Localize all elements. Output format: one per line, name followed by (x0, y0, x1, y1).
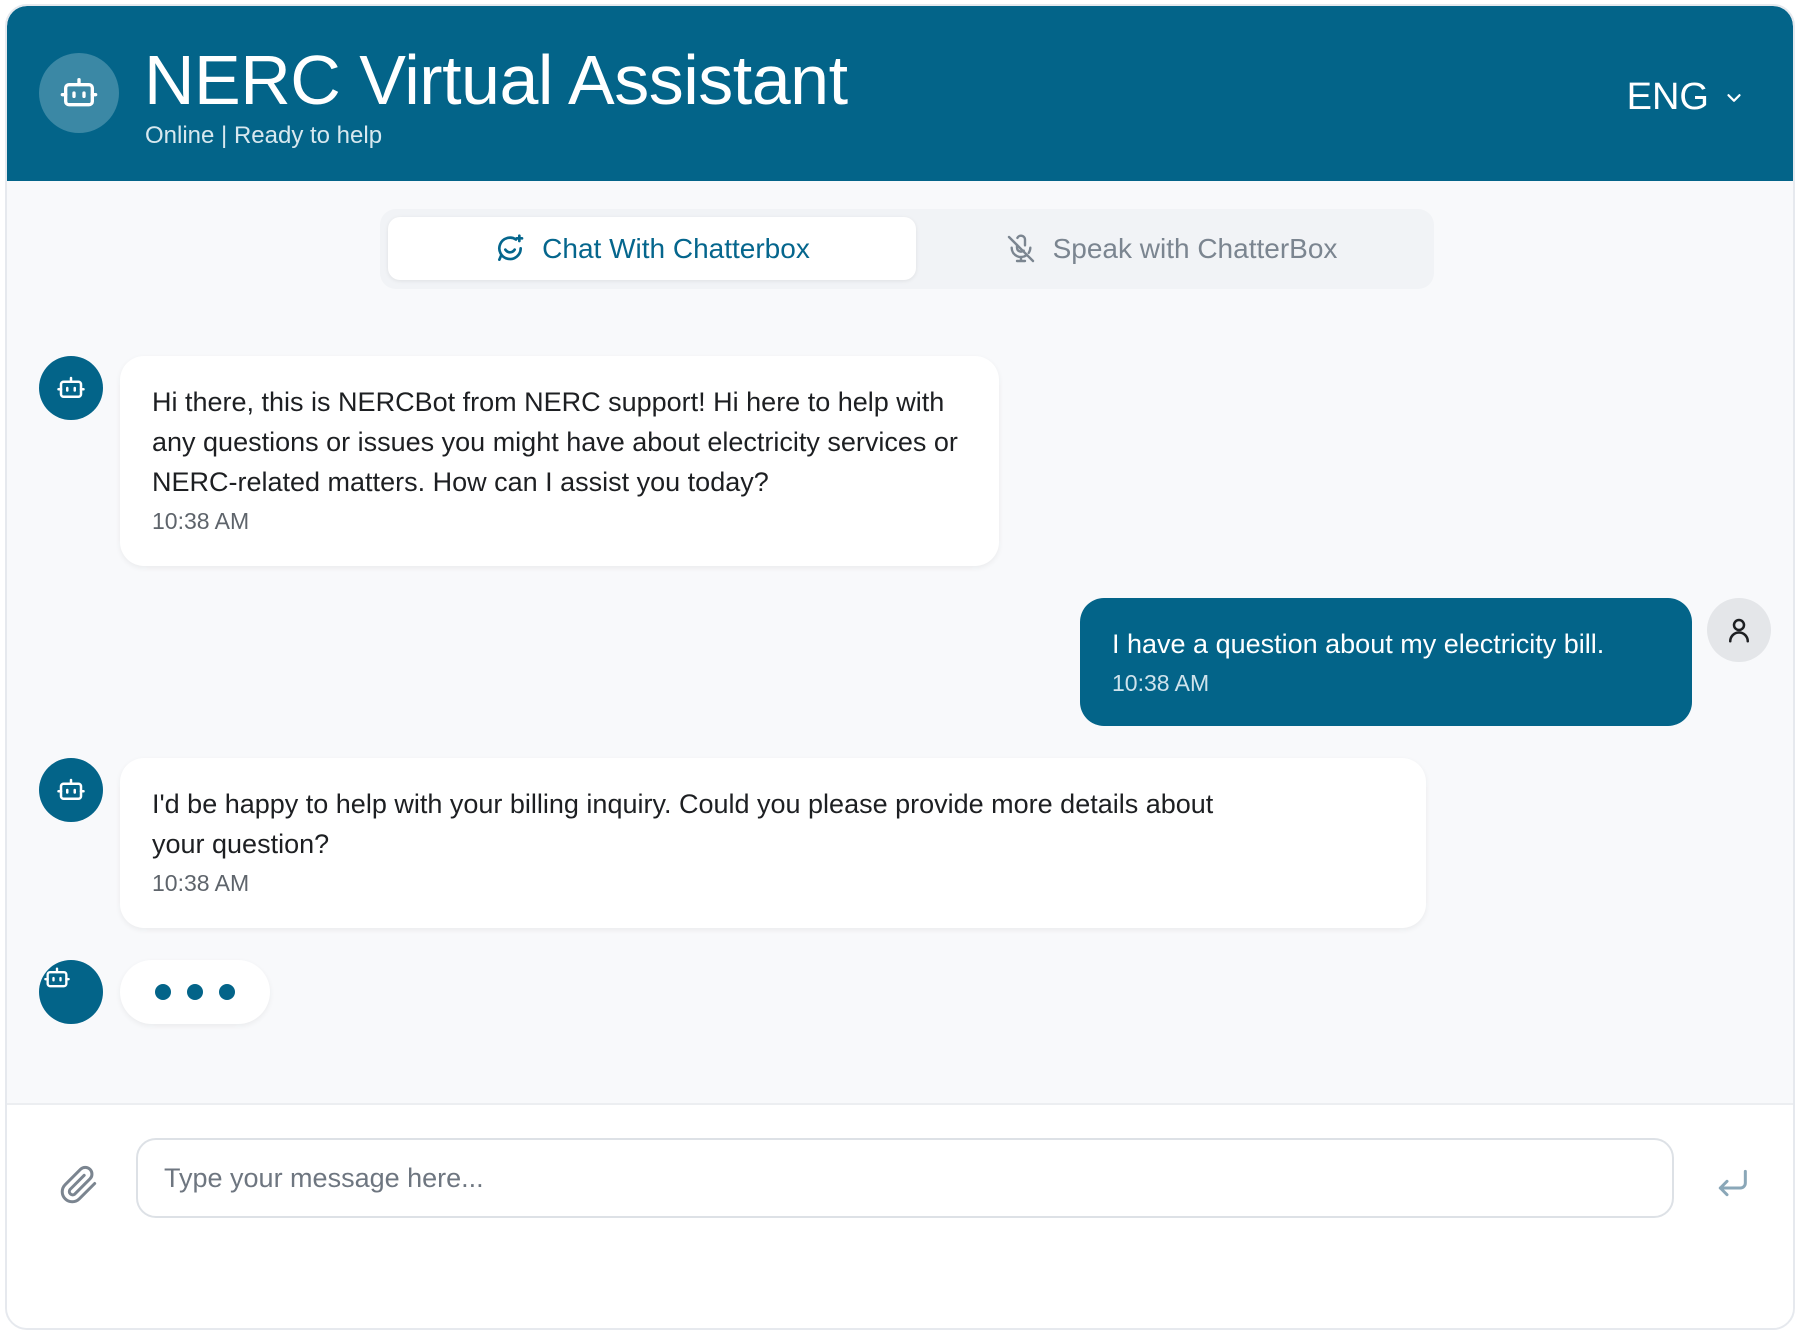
message-time: 10:38 AM (152, 870, 250, 896)
bot-message: Hi there, this is NERCBot from NERC supp… (120, 356, 999, 566)
message-text: I'd be happy to help with your billing i… (152, 789, 1214, 859)
tab-speak-label: Speak with ChatterBox (1052, 232, 1338, 264)
assistant-avatar (39, 53, 119, 133)
typing-dot (187, 984, 203, 1000)
tab-speak[interactable]: Speak with ChatterBox (916, 217, 1426, 280)
message-time: 10:38 AM (1112, 670, 1210, 696)
chat-window: NERC Virtual Assistant Online | Ready to… (5, 4, 1795, 1330)
bot-message: I'd be happy to help with your billing i… (120, 758, 1426, 928)
typing-dot (155, 984, 171, 1000)
typing-indicator (120, 960, 270, 1024)
user-message: I have a question about my electricity b… (1080, 598, 1692, 726)
language-label: ENG (1626, 76, 1709, 118)
message-text: Hi there, this is NERCBot from NERC supp… (152, 387, 958, 497)
robot-icon (60, 78, 98, 107)
typing-dot (219, 984, 235, 1000)
tab-chat-label: Chat With Chatterbox (542, 232, 810, 264)
robot-icon (44, 967, 70, 988)
robot-icon (57, 376, 85, 398)
send-icon[interactable] (1712, 1163, 1752, 1203)
robot-icon (57, 778, 85, 800)
message-text: I have a question about my electricity b… (1112, 629, 1605, 659)
bot-avatar (39, 960, 103, 1024)
message-time: 10:38 AM (152, 508, 250, 534)
composer (7, 1103, 1793, 1328)
chat-sparkle-icon (498, 233, 524, 261)
message-input[interactable] (138, 1140, 1672, 1216)
tab-chat[interactable]: Chat With Chatterbox (388, 217, 916, 280)
mode-tabs: Chat With Chatterbox Speak with ChatterB… (380, 209, 1434, 289)
chevron-down-icon (1727, 93, 1741, 102)
bot-avatar (39, 758, 103, 822)
bot-avatar (39, 356, 103, 420)
user-icon (1729, 618, 1749, 643)
paperclip-icon[interactable] (59, 1165, 99, 1205)
status-text: Online | Ready to help (145, 122, 383, 149)
message-input-wrapper (136, 1138, 1674, 1218)
user-avatar (1707, 598, 1771, 662)
header: NERC Virtual Assistant Online | Ready to… (7, 6, 1793, 181)
page-title: NERC Virtual Assistant (144, 41, 848, 119)
language-selector[interactable]: ENG (1627, 76, 1745, 119)
mic-off-icon (1007, 233, 1034, 262)
